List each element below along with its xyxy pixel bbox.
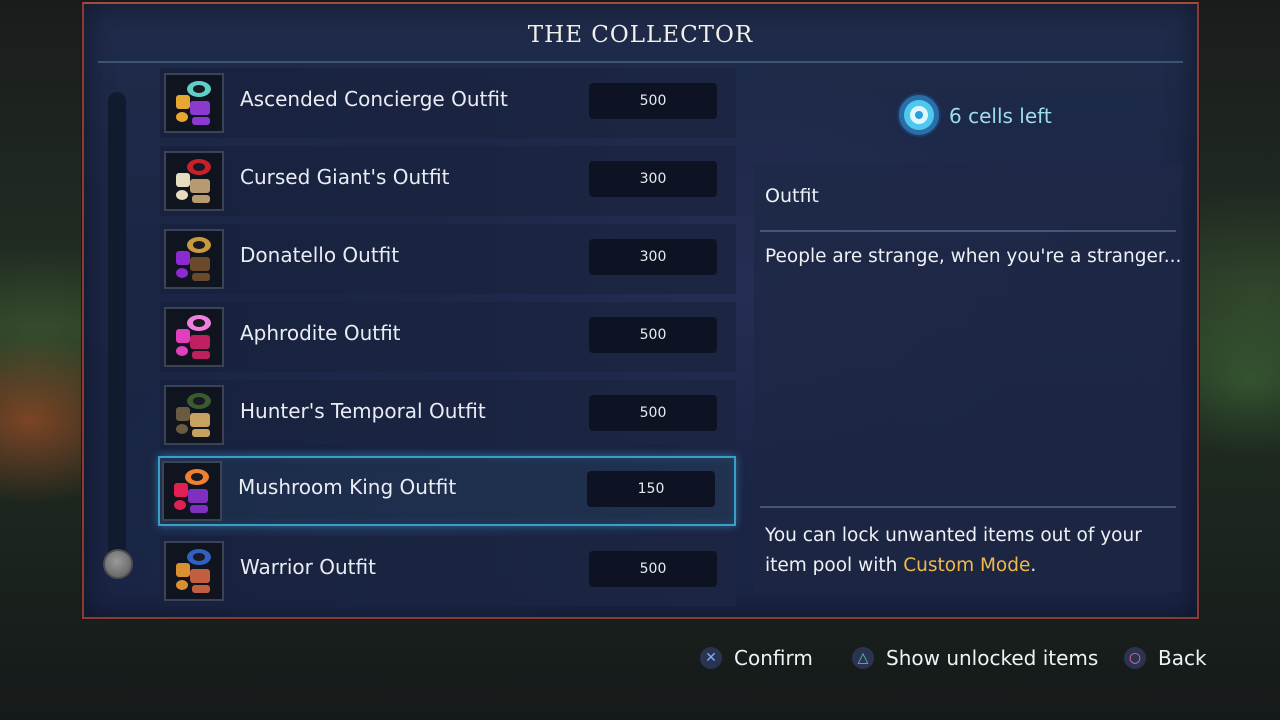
outfit-icon	[162, 461, 222, 521]
custom-mode-link[interactable]: Custom Mode	[903, 555, 1030, 576]
outfit-icon	[164, 385, 224, 445]
item-price: 500	[589, 551, 717, 587]
title-divider	[98, 61, 1183, 63]
panel-title: THE COLLECTOR	[527, 22, 754, 48]
item-price: 500	[589, 83, 717, 119]
item-name: Donatello Outfit	[240, 243, 400, 267]
item-name: Ascended Concierge Outfit	[240, 87, 508, 111]
item-row[interactable]: Cursed Giant's Outfit 300	[160, 146, 736, 216]
circle-button-icon: ○	[1124, 647, 1146, 669]
scrollbar-track[interactable]	[108, 92, 126, 562]
item-flavor-text: People are strange, when you're a strang…	[765, 246, 1182, 267]
item-name: Hunter's Temporal Outfit	[240, 399, 486, 423]
item-price: 150	[587, 471, 715, 507]
outfit-icon	[164, 541, 224, 601]
hint-suffix: .	[1030, 555, 1037, 576]
item-price: 300	[589, 161, 717, 197]
show-unlocked-label: Show unlocked items	[886, 646, 1099, 670]
confirm-label: Confirm	[734, 646, 813, 670]
cells-counter: 6 cells left	[896, 90, 1196, 140]
custom-mode-hint: You can lock unwanted items out of your …	[765, 521, 1170, 581]
item-name: Warrior Outfit	[240, 555, 376, 579]
item-row[interactable]: Aphrodite Outfit 500	[160, 302, 736, 372]
item-row[interactable]: Ascended Concierge Outfit 500	[160, 68, 736, 138]
outfit-icon	[164, 229, 224, 289]
outfit-icon	[164, 307, 224, 367]
item-row[interactable]: Donatello Outfit 300	[160, 224, 736, 294]
item-name: Mushroom King Outfit	[238, 475, 457, 499]
item-row[interactable]: Mushroom King Outfit 150	[158, 456, 736, 526]
item-description-panel: Outfit People are strange, when you're a…	[754, 164, 1182, 592]
back-button[interactable]: ○ Back	[1124, 646, 1207, 670]
cell-icon	[897, 93, 941, 137]
outfit-icon	[164, 151, 224, 211]
hint-divider	[760, 506, 1176, 508]
show-unlocked-button[interactable]: △ Show unlocked items	[852, 646, 1098, 670]
item-name: Cursed Giant's Outfit	[240, 165, 450, 189]
cells-left-text: 6 cells left	[949, 104, 1052, 128]
description-divider	[760, 230, 1176, 232]
cross-button-icon: ✕	[700, 647, 722, 669]
scrollbar-thumb[interactable]	[103, 549, 133, 579]
confirm-button[interactable]: ✕ Confirm	[700, 646, 813, 670]
back-label: Back	[1158, 646, 1207, 670]
triangle-button-icon: △	[852, 647, 874, 669]
item-name: Aphrodite Outfit	[240, 321, 401, 345]
item-type: Outfit	[765, 185, 819, 207]
item-price: 500	[589, 317, 717, 353]
item-row[interactable]: Hunter's Temporal Outfit 500	[160, 380, 736, 450]
item-row[interactable]: Warrior Outfit 500	[160, 536, 736, 606]
item-price: 500	[589, 395, 717, 431]
collector-panel: THE COLLECTOR Ascended Concierge Outfit 5…	[82, 2, 1199, 619]
outfit-icon	[164, 73, 224, 133]
item-price: 300	[589, 239, 717, 275]
